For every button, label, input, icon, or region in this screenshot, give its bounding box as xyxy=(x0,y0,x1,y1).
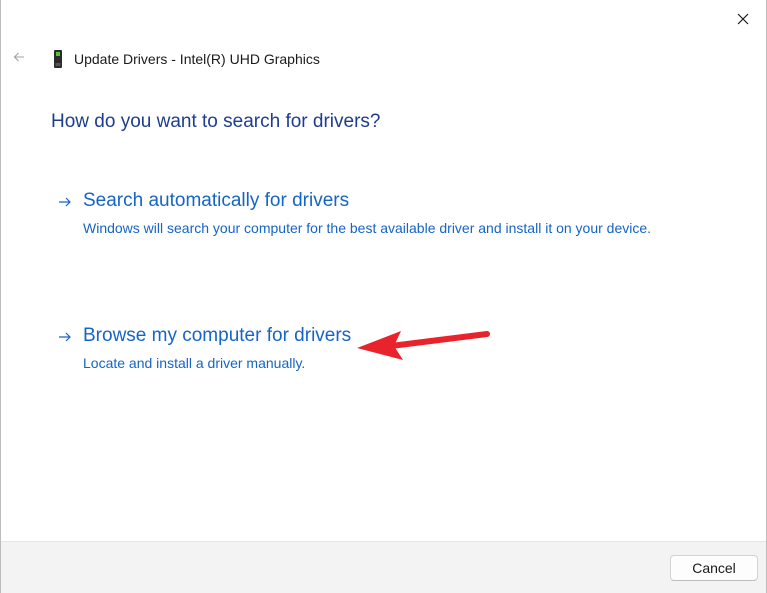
dialog-footer: Cancel xyxy=(1,541,766,593)
option-title[interactable]: Browse my computer for drivers xyxy=(83,325,351,347)
title-bar xyxy=(1,0,766,40)
display-adapter-icon xyxy=(54,50,62,68)
close-button[interactable] xyxy=(720,0,766,38)
page-question: How do you want to search for drivers? xyxy=(51,111,381,132)
update-drivers-dialog: Update Drivers - Intel(R) UHD Graphics H… xyxy=(0,0,767,593)
right-arrow-icon xyxy=(59,332,71,342)
right-arrow-icon xyxy=(59,197,71,207)
option-title[interactable]: Search automatically for drivers xyxy=(83,190,349,212)
back-button[interactable] xyxy=(9,46,29,68)
dialog-header: Update Drivers - Intel(R) UHD Graphics xyxy=(51,48,320,70)
option-description: Locate and install a driver manually. xyxy=(83,355,306,371)
option-description: Windows will search your computer for th… xyxy=(83,220,652,236)
back-arrow-icon xyxy=(13,52,24,62)
close-icon xyxy=(737,13,749,25)
dialog-title: Update Drivers - Intel(R) UHD Graphics xyxy=(74,51,320,67)
cancel-button[interactable]: Cancel xyxy=(670,555,758,581)
